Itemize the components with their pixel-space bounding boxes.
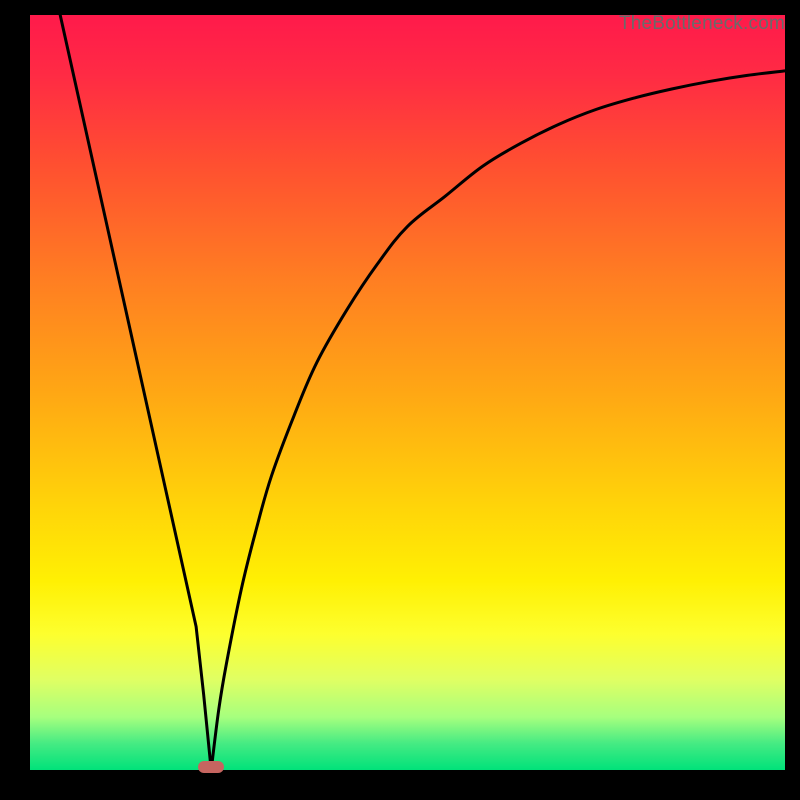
watermark-text: TheBottleneck.com (619, 13, 785, 35)
bottleneck-chart (30, 15, 785, 770)
optimal-point-marker (198, 761, 224, 773)
chart-frame: TheBottleneck.com (30, 15, 785, 770)
